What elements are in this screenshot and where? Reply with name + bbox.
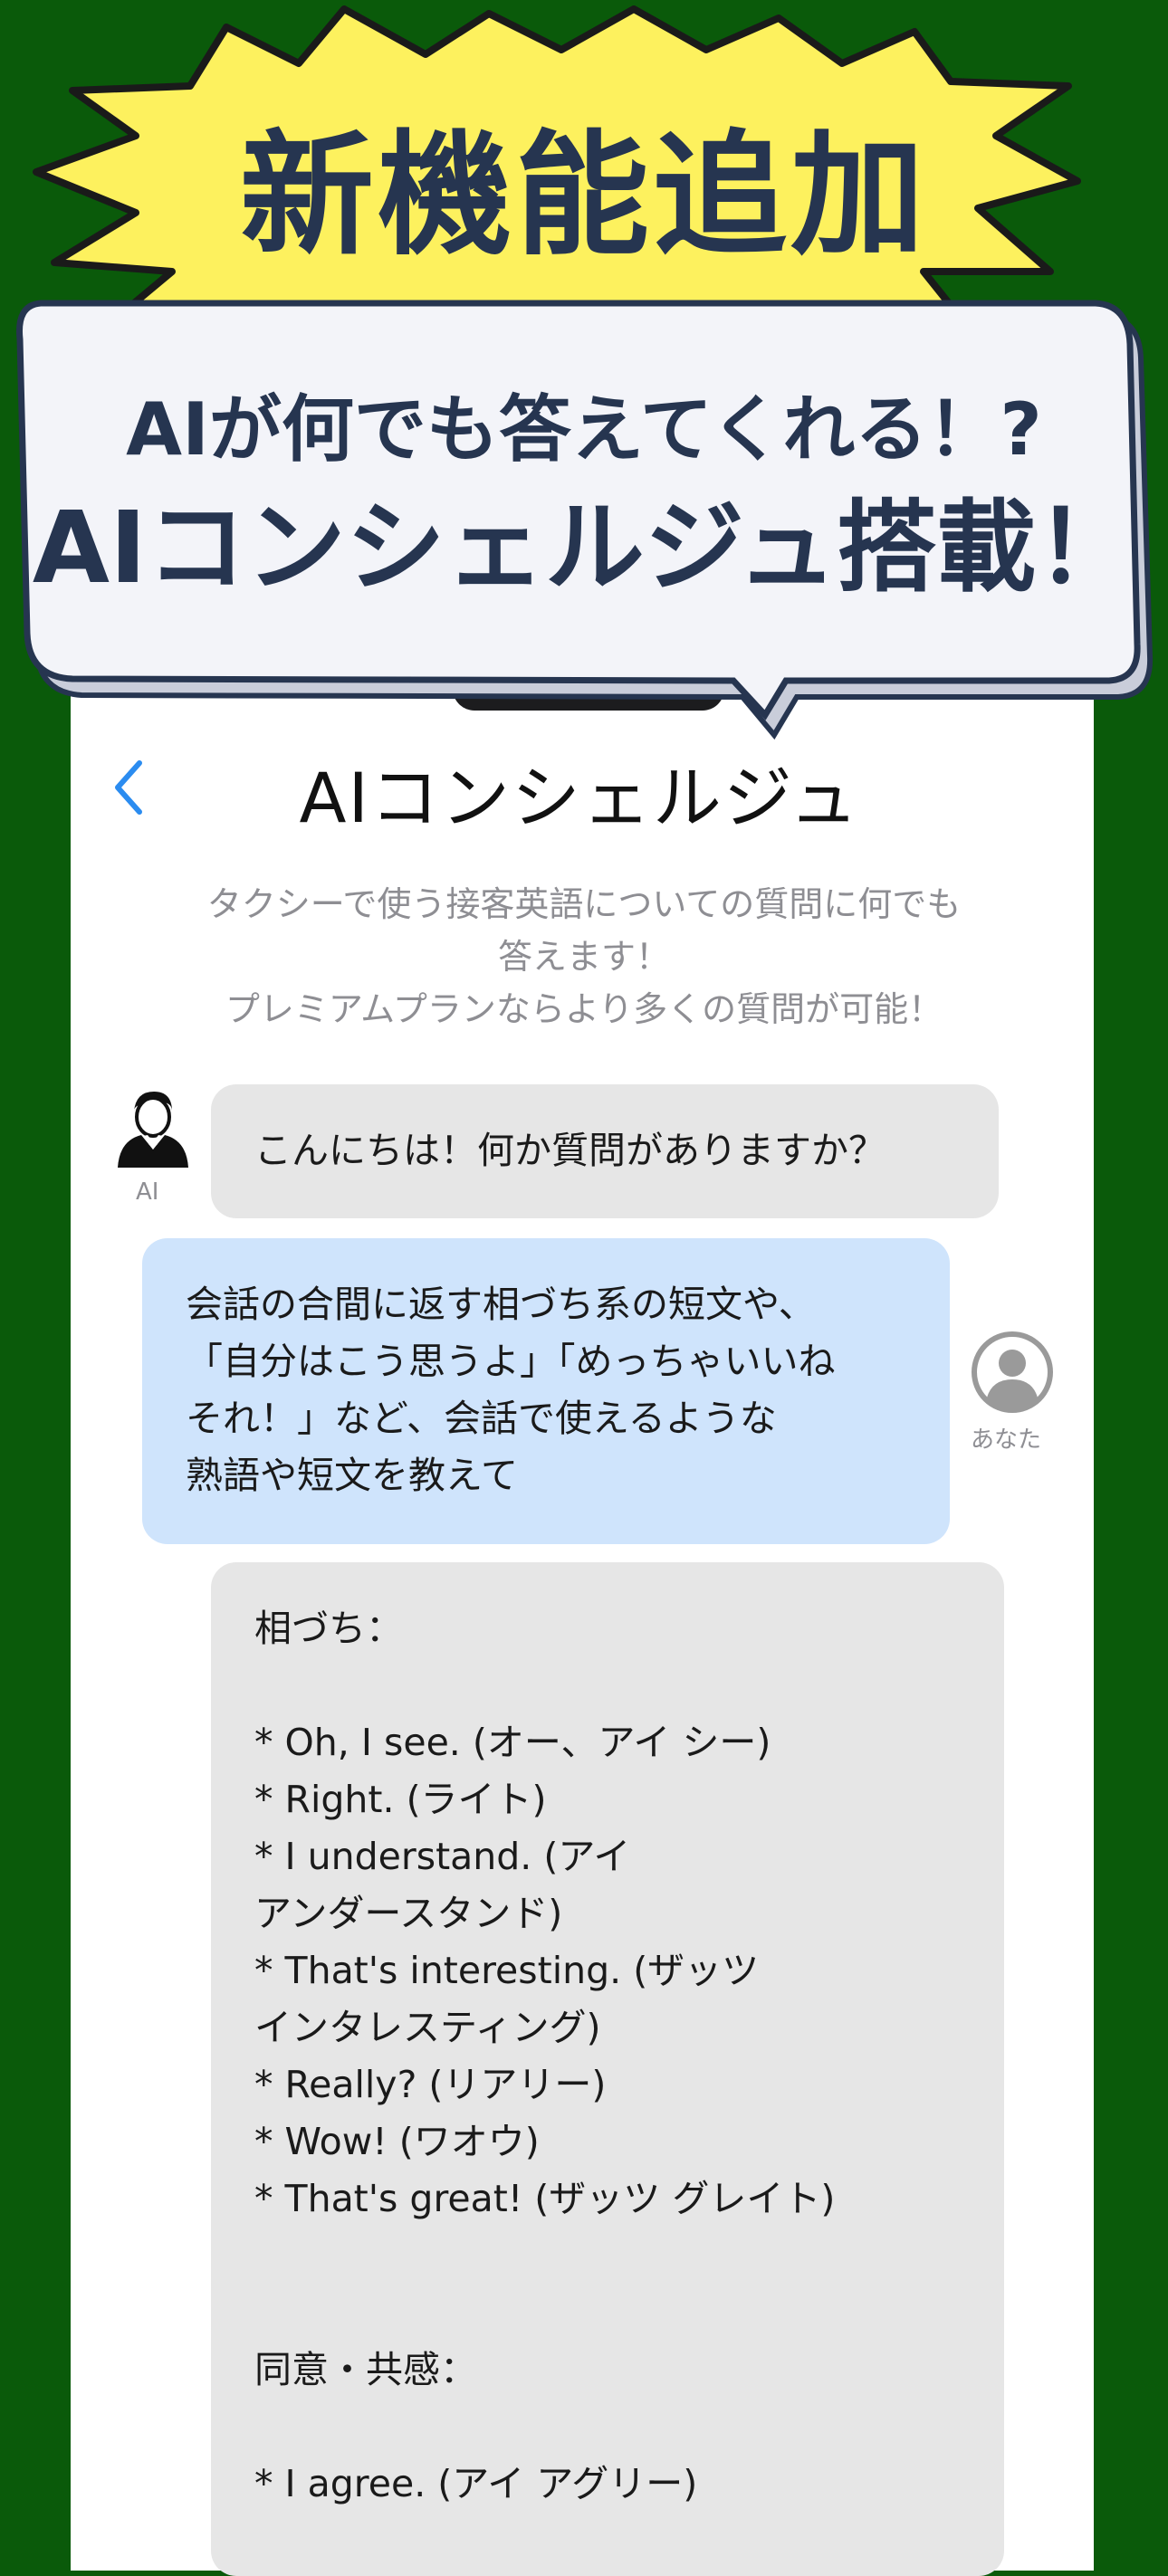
ai-label: AI (136, 1178, 159, 1206)
user-label: あなた (971, 1426, 1042, 1454)
message-line: こんにちは！何か質問がありますか？ (254, 1129, 886, 1172)
message-line: アンダースタンド) (254, 1892, 563, 1935)
ai-message-bubble: 相づち： * Oh, I see. (オー、アイ シー) * Right. (ラ… (211, 1562, 1004, 2576)
message-line: インタレスティング) (254, 2006, 601, 2049)
concierge-avatar-icon (118, 1092, 188, 1168)
intro-text: タクシーで使う接客英語についての質問に何でも 答えます！ プレミアムプランならよ… (163, 878, 1005, 1035)
message-line: * I agree. (アイ アグリー) (254, 2462, 698, 2505)
message-line: * That's great! (ザッツ グレイト) (254, 2177, 836, 2220)
message-line: 会話の合間に返す相づち系の短文や、 (186, 1283, 816, 1326)
message-line: 相づち： (254, 1607, 403, 1650)
message-line: それ！」など、会話で使えるような (186, 1397, 777, 1440)
page-title: AIコンシェルジュ (299, 758, 860, 838)
message-line: * Right. (ライト) (254, 1778, 547, 1821)
message-line: 同意・共感： (254, 2348, 477, 2391)
user-message-bubble: 会話の合間に返す相づち系の短文や、 「自分はこう思うよ」「めっちゃいいね それ！… (142, 1238, 950, 1544)
message-line: * That's interesting. (ザッツ (254, 1949, 760, 1992)
message-line (254, 2285, 961, 2342)
intro-line: プレミアムプランならより多くの質問が可能！ (225, 989, 943, 1029)
message-line: * Oh, I see. (オー、アイ シー) (254, 1721, 771, 1764)
intro-line: 答えます！ (497, 937, 670, 977)
banner-subtitle: AIが何でも答えてくれる！? (126, 387, 1042, 472)
message-line: 「自分はこう思うよ」「めっちゃいいね (186, 1340, 836, 1383)
message-line (254, 2228, 961, 2285)
message-line: * Really? (リアリー) (254, 2063, 607, 2106)
message-line: * I understand. (アイ (254, 1835, 631, 1878)
message-line: 熟語や短文を教えて (186, 1454, 518, 1497)
banner-title: AIコンシェルジュ搭載！ (32, 490, 1136, 606)
message-line: * Wow! (ワオウ) (254, 2120, 540, 2163)
banner-headline: 新機能追加 (240, 118, 928, 273)
chevron-left-icon[interactable] (107, 756, 152, 819)
message-line (254, 2399, 961, 2456)
message-line (254, 1657, 961, 1714)
user-avatar-icon (972, 1331, 1053, 1413)
ai-message-bubble: こんにちは！何か質問がありますか？ (211, 1084, 999, 1218)
intro-line: タクシーで使う接客英語についての質問に何でも (206, 884, 962, 924)
